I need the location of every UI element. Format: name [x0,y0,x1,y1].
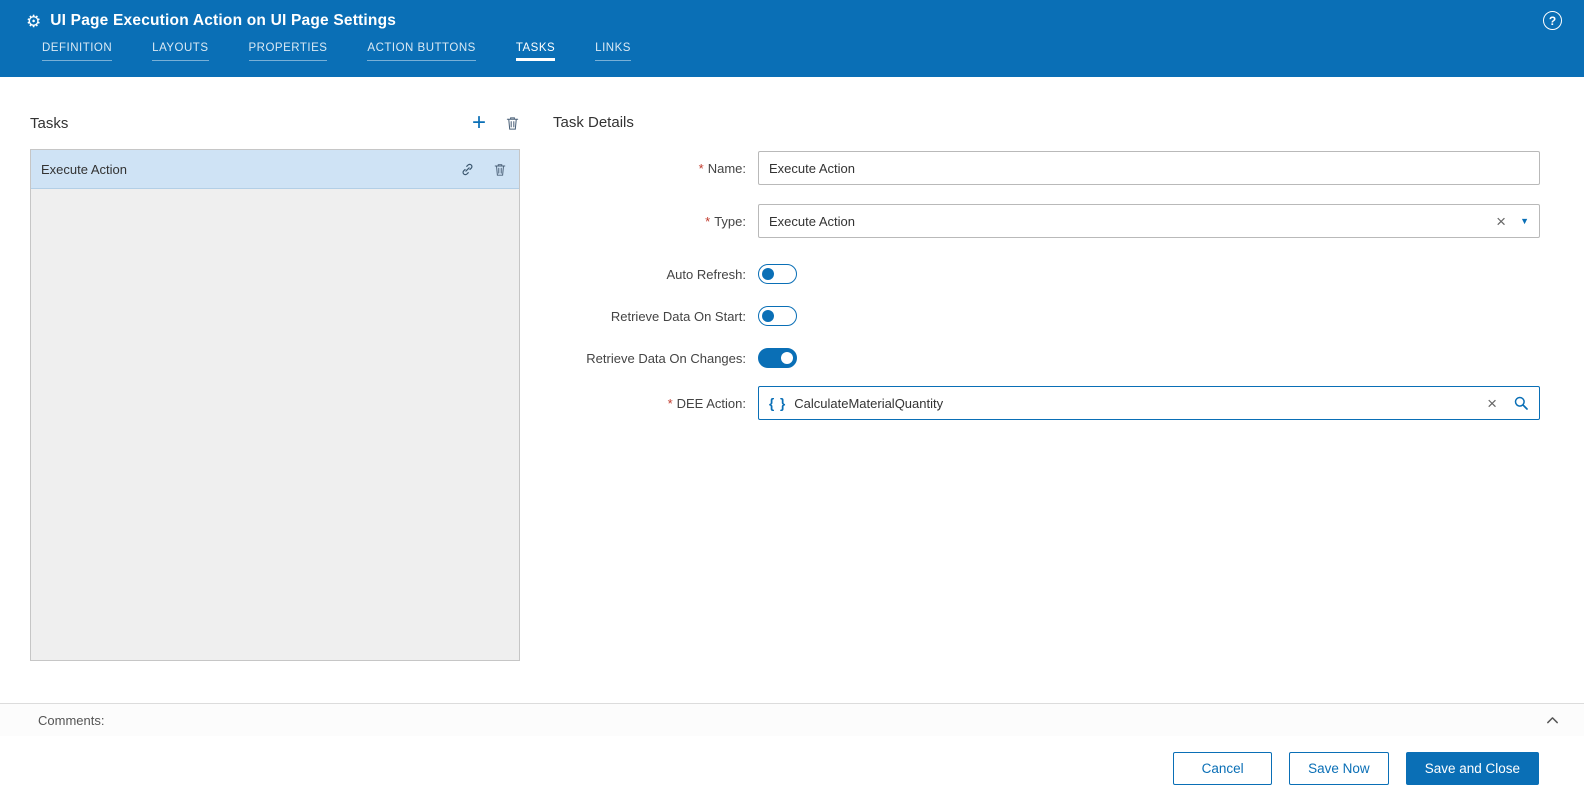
required-marker: * [698,160,704,176]
dee-action-search-button[interactable] [1513,395,1529,411]
tasks-panel-title: Tasks [30,114,69,132]
toggle-knob [781,351,793,364]
retrieve-data-on-start-toggle[interactable] [758,306,797,326]
tasks-panel-header: Tasks + [30,110,520,136]
required-marker: * [667,395,673,411]
app-window: ⚙ UI Page Execution Action on UI Page Se… [0,0,1584,801]
type-label: * Type: [553,214,758,229]
retrieve-data-on-changes-label-text: Retrieve Data On Changes: [586,350,746,366]
main-content: Tasks + Execute Action Task Details * Na… [0,77,1584,703]
clear-dee-action-icon[interactable]: × [1487,395,1497,412]
type-dropdown[interactable]: Execute Action × ▼ [758,204,1540,238]
trash-icon [494,163,506,176]
auto-refresh-toggle[interactable] [758,264,797,284]
clear-type-icon[interactable]: × [1496,213,1506,230]
tab-links[interactable]: LINKS [595,42,631,61]
type-label-text: Type: [714,213,746,229]
trash-icon [506,117,519,130]
name-label: * Name: [553,161,758,176]
add-task-button[interactable]: + [472,111,486,135]
save-now-button[interactable]: Save Now [1289,752,1389,785]
type-dropdown-value: Execute Action [769,213,855,229]
auto-refresh-label: Auto Refresh: [553,267,758,282]
task-item-label: Execute Action [41,161,127,177]
tab-tasks[interactable]: TASKS [515,42,556,61]
help-icon[interactable]: ? [1543,11,1562,30]
auto-refresh-label-text: Auto Refresh: [666,266,747,282]
comments-bar[interactable]: Comments: [0,703,1584,736]
required-marker: * [705,213,711,229]
retrieve-data-on-start-row: Retrieve Data On Start: [553,299,1540,333]
chevron-down-icon[interactable]: ▼ [1520,216,1529,226]
title-row: ⚙ UI Page Execution Action on UI Page Se… [0,0,1584,42]
retrieve-data-on-changes-toggle[interactable] [758,348,797,368]
braces-icon: { } [769,395,787,411]
task-details-title: Task Details [553,114,634,131]
link-task-button[interactable] [460,162,475,177]
toggle-knob [762,309,774,322]
tab-bar: DEFINITION LAYOUTS PROPERTIES ACTION BUT… [0,42,1584,77]
chevron-up-icon [1547,716,1558,723]
auto-refresh-row: Auto Refresh: [553,257,1540,291]
cancel-button[interactable]: Cancel [1173,752,1273,785]
retrieve-data-on-start-label: Retrieve Data On Start: [553,309,758,324]
delete-task-row-button[interactable] [493,162,507,177]
toggle-knob [762,267,774,280]
task-list-item[interactable]: Execute Action [31,150,519,189]
collapse-comments-button[interactable] [1545,713,1560,728]
dee-action-label-text: DEE Action: [676,395,746,411]
retrieve-data-on-changes-label: Retrieve Data On Changes: [553,351,758,366]
tab-definition[interactable]: DEFINITION [42,42,113,61]
footer-actions: Cancel Save Now Save and Close [0,736,1584,801]
comments-label: Comments: [38,712,105,728]
dee-action-label: * DEE Action: [553,396,758,411]
save-and-close-button[interactable]: Save and Close [1405,752,1539,785]
tab-layouts[interactable]: LAYOUTS [152,42,209,61]
name-label-text: Name: [707,160,746,176]
delete-task-button[interactable] [505,115,520,131]
dee-action-row: * DEE Action: { } CalculateMaterialQuanti… [553,386,1540,420]
header: ⚙ UI Page Execution Action on UI Page Se… [0,0,1584,77]
type-field-row: * Type: Execute Action × ▼ [553,204,1540,238]
task-details-panel: Task Details *Name: *Type: Execute Actio… [520,110,1540,703]
dee-action-value: CalculateMaterialQuantity [794,395,944,411]
retrieve-data-on-start-label-text: Retrieve Data On Start: [610,308,746,324]
link-icon [462,163,473,175]
search-icon [1514,396,1528,410]
task-list: Execute Action [30,149,520,661]
name-field-row: * Name: [553,151,1540,185]
tab-action-buttons[interactable]: ACTION BUTTONS [367,42,476,61]
dee-action-field[interactable]: { } CalculateMaterialQuantity × [758,386,1540,420]
gear-icon: ⚙ [26,11,42,31]
tasks-panel: Tasks + Execute Action [30,110,520,703]
retrieve-data-on-changes-row: Retrieve Data On Changes: [553,341,1540,375]
page-title: UI Page Execution Action on UI Page Sett… [50,12,397,29]
name-input[interactable] [758,151,1540,185]
tab-properties[interactable]: PROPERTIES [248,42,328,61]
